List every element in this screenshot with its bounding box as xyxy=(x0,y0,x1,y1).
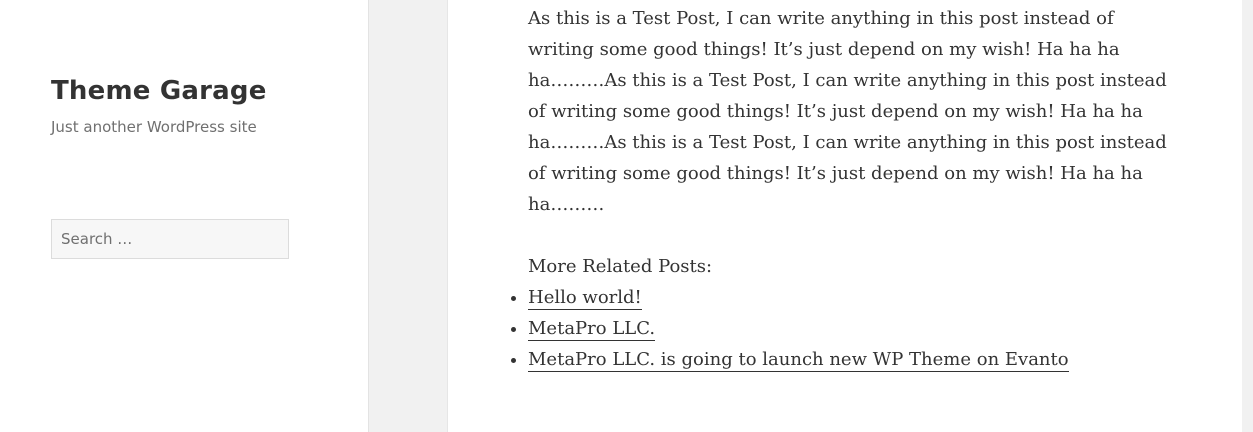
site-title[interactable]: Theme Garage xyxy=(51,72,267,110)
related-posts-list: Hello world! MetaPro LLC. MetaPro LLC. i… xyxy=(528,282,1168,375)
related-post-link-metapro-theme[interactable]: MetaPro LLC. is going to launch new WP T… xyxy=(528,349,1069,372)
list-item: Hello world! xyxy=(528,282,1168,313)
list-item: MetaPro LLC. xyxy=(528,313,1168,344)
search-input[interactable] xyxy=(51,219,289,259)
post-paragraph: As this is a Test Post, I can write anyt… xyxy=(528,8,1167,215)
sidebar: Theme Garage Just another WordPress site xyxy=(0,0,369,432)
related-post-link-metapro[interactable]: MetaPro LLC. xyxy=(528,318,656,341)
site-description: Just another WordPress site xyxy=(51,118,257,136)
post-content-card: As this is a Test Post, I can write anyt… xyxy=(447,0,1242,432)
related-posts-heading: More Related Posts: xyxy=(528,256,713,277)
related-post-link-hello-world[interactable]: Hello world! xyxy=(528,287,642,310)
entry-content: As this is a Test Post, I can write anyt… xyxy=(528,3,1168,375)
list-item: MetaPro LLC. is going to launch new WP T… xyxy=(528,344,1168,375)
